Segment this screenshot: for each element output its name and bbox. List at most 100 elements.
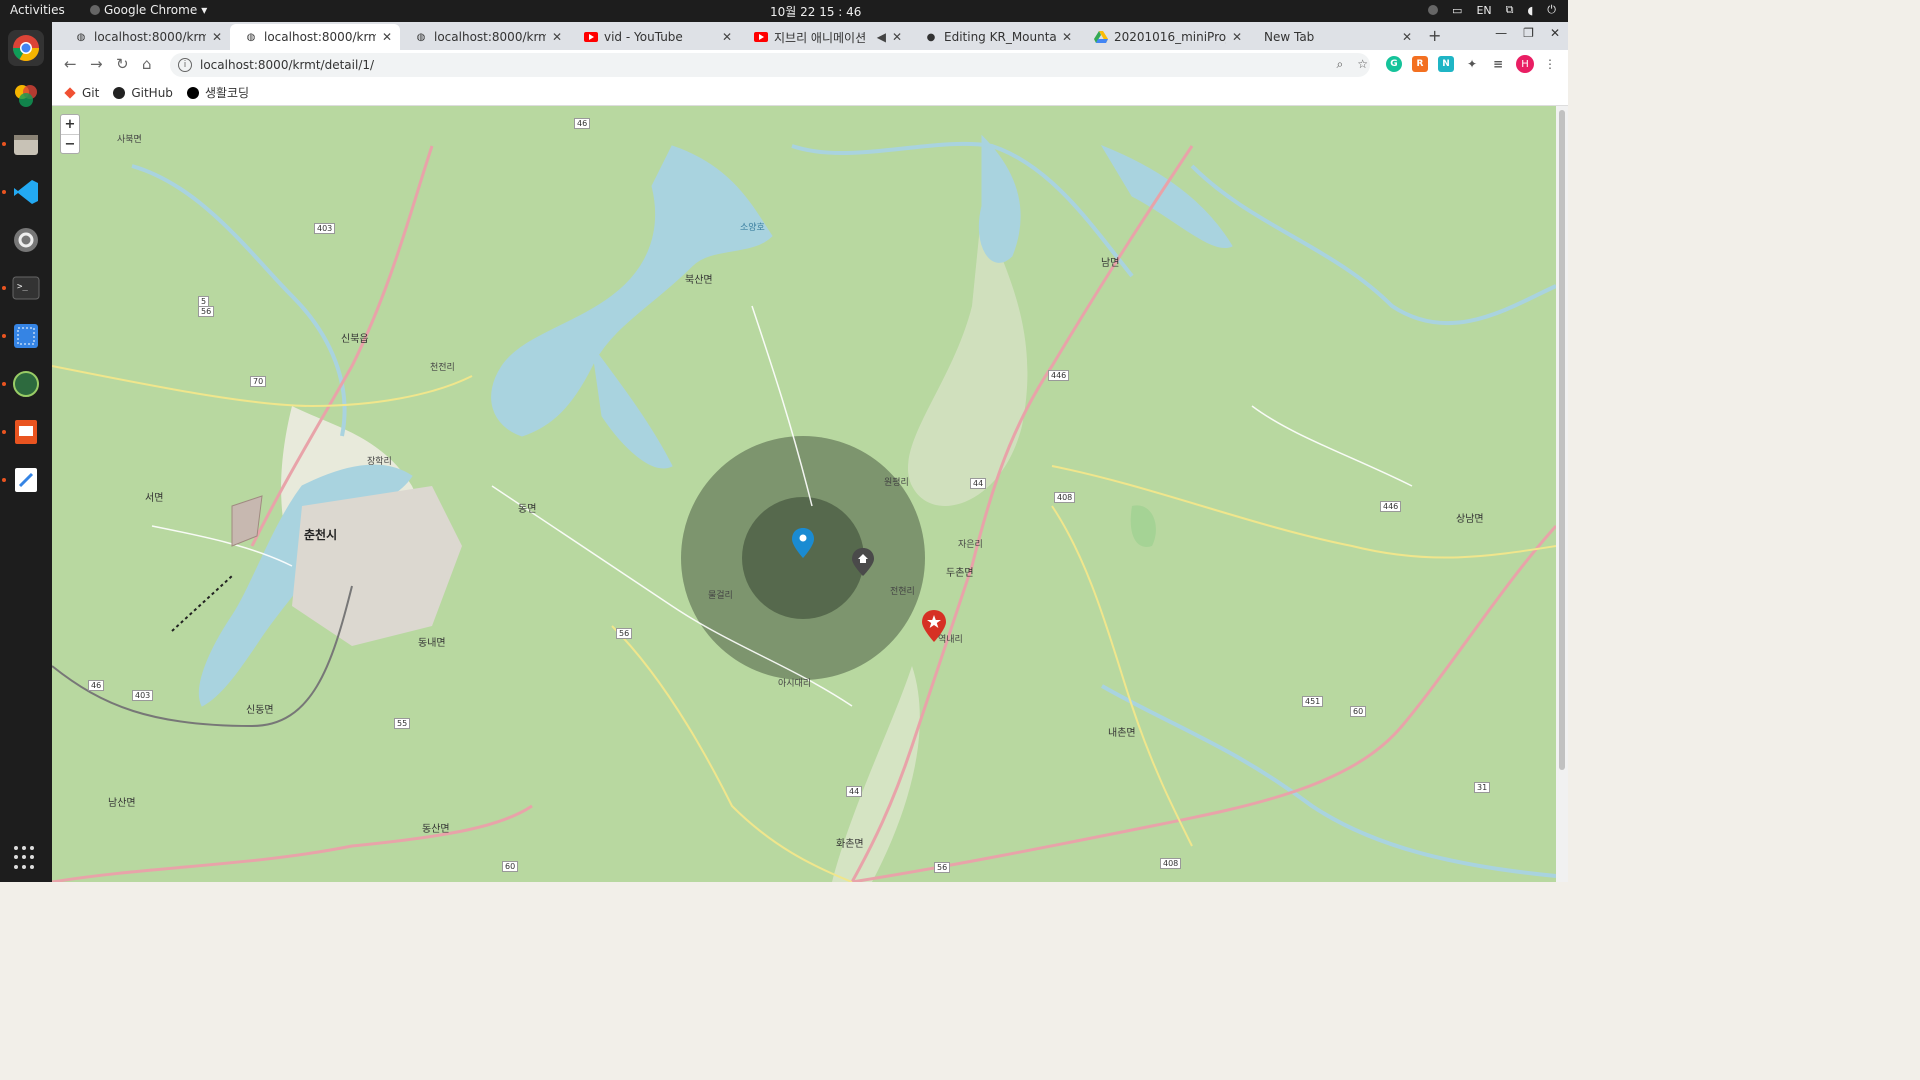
bookmark-star-icon[interactable]: ☆ bbox=[1357, 57, 1368, 72]
dock-files-icon[interactable] bbox=[2, 126, 44, 162]
zoom-icon[interactable]: ⌕ bbox=[1337, 57, 1344, 72]
volume-icon[interactable]: ◖ bbox=[1528, 4, 1534, 17]
home-icon[interactable]: ⌂ bbox=[142, 55, 152, 73]
forward-icon[interactable]: → bbox=[90, 55, 103, 73]
network-icon[interactable]: ⧉ bbox=[1506, 3, 1514, 17]
extension-n-icon[interactable]: N bbox=[1438, 56, 1454, 72]
map-tiles[interactable] bbox=[52, 106, 1556, 882]
tab-krmt-1[interactable]: ◍ localhost:8000/krmt/ ✕ bbox=[60, 24, 230, 50]
tab-github-edit[interactable]: ● Editing KR_Mountain ✕ bbox=[910, 24, 1080, 50]
site-info-icon[interactable]: i bbox=[178, 58, 192, 72]
keyboard-icon[interactable]: ▭ bbox=[1452, 4, 1462, 17]
grammarly-icon[interactable]: G bbox=[1386, 56, 1402, 72]
app-menu[interactable]: Google Chrome ▾ bbox=[90, 3, 207, 17]
restore-icon[interactable]: ❐ bbox=[1523, 26, 1534, 40]
dock-globe-icon[interactable] bbox=[2, 366, 44, 402]
tab-label: 지브리 애니메이션 bbox=[774, 30, 867, 45]
speaker-icon[interactable]: ◀ bbox=[877, 30, 886, 44]
zoom-in-button[interactable]: + bbox=[61, 115, 79, 134]
zoom-out-button[interactable]: − bbox=[61, 134, 79, 153]
show-applications-icon[interactable] bbox=[14, 846, 38, 870]
new-tab-button[interactable]: + bbox=[1428, 26, 1441, 45]
road-shield: 403 bbox=[132, 690, 154, 701]
place-label: 동내면 bbox=[418, 638, 446, 649]
dock-vscode-icon[interactable] bbox=[2, 174, 44, 210]
close-tab-icon[interactable]: ✕ bbox=[892, 30, 902, 44]
close-tab-icon[interactable]: ✕ bbox=[722, 30, 732, 44]
status-icon[interactable] bbox=[1428, 5, 1439, 15]
place-label: 자은리 bbox=[958, 540, 983, 550]
menu-kebab-icon[interactable]: ⋮ bbox=[1544, 57, 1556, 71]
language-indicator[interactable]: EN bbox=[1476, 4, 1491, 17]
address-bar[interactable]: i localhost:8000/krmt/detail/1/ bbox=[170, 53, 1370, 77]
map-view[interactable]: + − 사북면 신북읍 서면 춘천시 동내면 신동면 남산면 동산면 북산면 소… bbox=[52, 106, 1556, 882]
place-label: 소양호 bbox=[740, 223, 765, 233]
dock-presentation-icon[interactable] bbox=[2, 414, 44, 450]
road-shield: 46 bbox=[574, 118, 591, 129]
dock-chrome-icon[interactable] bbox=[8, 30, 44, 66]
tab-label: localhost:8000/krmt/ bbox=[264, 30, 376, 44]
extension-orange-icon[interactable]: R bbox=[1412, 56, 1428, 72]
close-tab-icon[interactable]: ✕ bbox=[1062, 30, 1072, 44]
road-shield: 408 bbox=[1160, 858, 1182, 869]
chrome-icon bbox=[90, 5, 100, 15]
bookmark-opentutorials[interactable]: 생활코딩 bbox=[186, 84, 250, 101]
circle-icon bbox=[186, 86, 199, 99]
page-scrollbar[interactable] bbox=[1556, 106, 1568, 882]
dock-settings-icon[interactable] bbox=[8, 222, 44, 258]
reload-icon[interactable]: ↻ bbox=[116, 55, 129, 73]
reading-list-icon[interactable]: ≡ bbox=[1490, 56, 1506, 72]
tab-label: vid - YouTube bbox=[604, 30, 683, 44]
place-label: 사북면 bbox=[117, 135, 142, 145]
tab-ghibli[interactable]: 지브리 애니메이션 ◀ ✕ bbox=[740, 24, 910, 50]
bookmark-git[interactable]: Git bbox=[64, 86, 99, 100]
home-marker-icon[interactable] bbox=[852, 548, 874, 576]
dock-screenshot-icon[interactable] bbox=[2, 318, 44, 354]
tab-new-tab[interactable]: New Tab ✕ bbox=[1250, 24, 1420, 50]
extensions-puzzle-icon[interactable]: ✦ bbox=[1464, 56, 1480, 72]
place-label: 화촌면 bbox=[836, 839, 864, 850]
bookmarks-bar: Git GitHub 생활코딩 bbox=[52, 80, 1568, 106]
road-shield: 55 bbox=[394, 718, 411, 729]
bookmark-label: 생활코딩 bbox=[204, 86, 250, 100]
place-label: 물걸리 bbox=[708, 591, 733, 601]
road-shield: 44 bbox=[846, 786, 863, 797]
dock-terminal-icon[interactable]: >_ bbox=[2, 270, 44, 306]
dock-photos-icon[interactable] bbox=[8, 78, 44, 114]
close-tab-icon[interactable]: ✕ bbox=[212, 30, 222, 44]
place-label: 동산면 bbox=[422, 824, 450, 835]
clock[interactable]: 10월 22 15 : 46 bbox=[770, 3, 861, 20]
close-tab-icon[interactable]: ✕ bbox=[1402, 30, 1412, 44]
tab-drive[interactable]: 20201016_miniProjec ✕ bbox=[1080, 24, 1250, 50]
tab-krmt-3[interactable]: ◍ localhost:8000/krmt/ ✕ bbox=[400, 24, 570, 50]
road-shield: 56 bbox=[198, 306, 215, 317]
road-shield: 56 bbox=[934, 862, 951, 873]
activities-button[interactable]: Activities bbox=[10, 3, 65, 17]
close-window-icon[interactable]: ✕ bbox=[1550, 26, 1560, 40]
bookmark-github[interactable]: GitHub bbox=[113, 86, 173, 100]
road-shield: 70 bbox=[250, 376, 267, 387]
scrollbar-thumb[interactable] bbox=[1559, 110, 1565, 770]
git-icon bbox=[64, 86, 76, 99]
place-label: 남면 bbox=[1101, 258, 1120, 269]
dock-text-editor-icon[interactable] bbox=[2, 462, 44, 498]
close-tab-icon[interactable]: ✕ bbox=[1232, 30, 1242, 44]
power-icon[interactable]: ⏻ bbox=[1547, 3, 1556, 17]
place-label: 역내리 bbox=[938, 635, 963, 645]
road-shield: 31 bbox=[1474, 782, 1491, 793]
system-top-bar: Activities Google Chrome ▾ 10월 22 15 : 4… bbox=[0, 0, 1568, 22]
tab-youtube[interactable]: vid - YouTube ✕ bbox=[570, 24, 740, 50]
place-label: 내촌면 bbox=[1108, 728, 1136, 739]
browser-window: ◍ localhost:8000/krmt/ ✕ ◍ localhost:800… bbox=[52, 22, 1568, 106]
profile-avatar[interactable]: H bbox=[1516, 55, 1534, 73]
tab-krmt-2[interactable]: ◍ localhost:8000/krmt/ ✕ bbox=[230, 24, 400, 50]
tab-strip: ◍ localhost:8000/krmt/ ✕ ◍ localhost:800… bbox=[52, 22, 1568, 50]
close-tab-icon[interactable]: ✕ bbox=[552, 30, 562, 44]
blue-location-pin-icon[interactable] bbox=[792, 528, 814, 558]
back-icon[interactable]: ← bbox=[64, 55, 77, 73]
close-tab-icon[interactable]: ✕ bbox=[382, 30, 392, 44]
inner-radius-circle[interactable] bbox=[742, 497, 864, 619]
place-label: 아시대리 bbox=[778, 679, 812, 689]
minimize-icon[interactable]: — bbox=[1495, 26, 1507, 40]
extensions-bar: G R N ✦ ≡ H ⋮ bbox=[1386, 55, 1556, 73]
